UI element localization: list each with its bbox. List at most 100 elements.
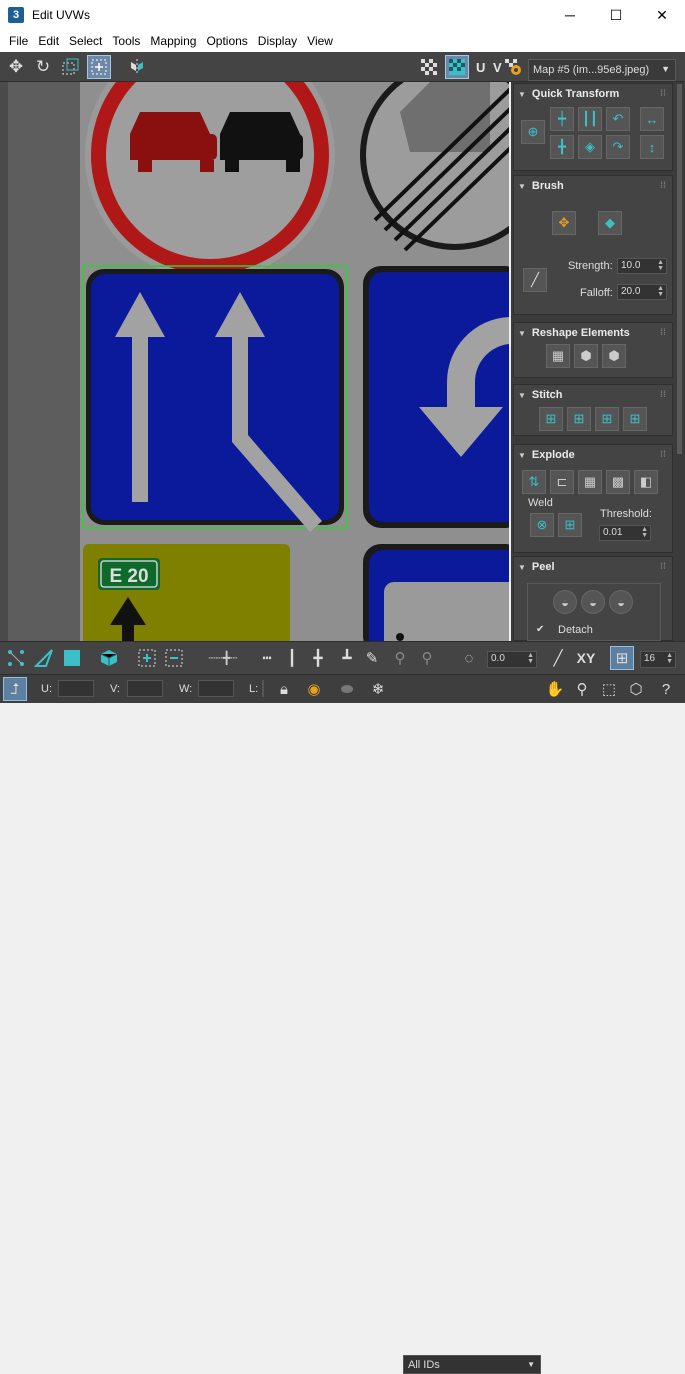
flatten-by-polygon-angle-button[interactable]: ▩ bbox=[606, 470, 630, 494]
mirror-icon[interactable] bbox=[125, 55, 149, 79]
falloff-spinner[interactable]: 20.0 ▲ ▼ bbox=[617, 284, 667, 300]
close-button[interactable]: ✕ bbox=[639, 0, 685, 30]
break-by-polygon-button[interactable]: ⇅ bbox=[522, 470, 546, 494]
point-to-point-icon[interactable]: ╋ bbox=[306, 646, 330, 670]
peel-mode-button[interactable]: ◒ bbox=[581, 590, 605, 614]
menu-options[interactable]: Options bbox=[201, 34, 252, 48]
brush-falloff-curve-button[interactable]: ╱ bbox=[523, 268, 547, 292]
grid-snap-icon[interactable]: ⊞ bbox=[610, 646, 634, 670]
minimize-button[interactable]: ─ bbox=[547, 0, 593, 30]
freeze-toggle-icon[interactable]: ⬬ bbox=[335, 677, 359, 701]
uv-mode-xy-label[interactable]: XY bbox=[572, 646, 600, 670]
spinner-arrows-icon[interactable]: ▲ ▼ bbox=[641, 526, 648, 539]
rotate-plus-90-button[interactable]: ↷ bbox=[606, 135, 630, 159]
rollout-header[interactable]: ▼ Reshape Elements ⁞⁞ bbox=[514, 323, 672, 343]
spinner-arrows-icon[interactable]: ▲ ▼ bbox=[657, 259, 664, 272]
w-field[interactable] bbox=[198, 680, 234, 697]
menu-view[interactable]: View bbox=[302, 34, 338, 48]
paint-grow-icon[interactable]: ⚲ bbox=[388, 646, 412, 670]
absolute-relative-icon[interactable]: ⮥ bbox=[3, 677, 27, 701]
edge-mode-icon[interactable] bbox=[32, 646, 56, 670]
snowflake-icon[interactable]: ❄ bbox=[366, 677, 390, 701]
paint-shrink-icon[interactable]: ⚲ bbox=[415, 646, 439, 670]
zoom-region-icon[interactable]: ⬚ bbox=[597, 677, 621, 701]
paint-move-button[interactable]: ✥ bbox=[552, 211, 576, 235]
zoom-icon[interactable]: ⚲ bbox=[570, 677, 594, 701]
shrink-selection-icon[interactable] bbox=[162, 646, 186, 670]
loop-shrink-icon[interactable]: ┅ bbox=[255, 646, 279, 670]
lock-icon[interactable]: 🔒︎ bbox=[272, 677, 296, 701]
space-horizontal-button[interactable]: ↔ bbox=[640, 107, 664, 131]
break-by-material-button[interactable]: ▦ bbox=[578, 470, 602, 494]
stitch-to-target-button[interactable]: ⊞ bbox=[567, 407, 591, 431]
straighten-button[interactable]: ▦ bbox=[546, 344, 570, 368]
rotate-angle-spinner[interactable]: 0.0 ▲ ▼ bbox=[487, 651, 537, 668]
freeform-mode-icon[interactable] bbox=[87, 55, 111, 79]
select-by-element-icon[interactable]: ┻ bbox=[335, 646, 359, 670]
reset-peel-button[interactable]: ◒ bbox=[609, 590, 633, 614]
relax-brush-button[interactable]: ◆ bbox=[598, 211, 622, 235]
rotate-minus-90-button[interactable]: ↶ bbox=[606, 107, 630, 131]
rotate-icon[interactable]: ↻ bbox=[31, 55, 55, 79]
set-pivot-button[interactable]: ⊕ bbox=[521, 120, 545, 144]
quick-peel-button[interactable]: ◒ bbox=[553, 590, 577, 614]
rollout-header[interactable]: ▼ Explode ⁞⁞ bbox=[514, 445, 672, 465]
uv-viewport[interactable]: E 20 bbox=[0, 82, 509, 641]
stitch-to-source-button[interactable]: ⊞ bbox=[623, 407, 647, 431]
menu-edit[interactable]: Edit bbox=[33, 34, 64, 48]
rollout-header[interactable]: ▼ Stitch ⁞⁞ bbox=[514, 385, 672, 405]
rollout-header[interactable]: ▼ Quick Transform ⁞⁞ bbox=[514, 84, 672, 104]
map-dropdown[interactable]: Map #5 (im...95e8.jpeg) ▼ bbox=[528, 59, 676, 81]
spinner-arrows-icon[interactable]: ▲ ▼ bbox=[527, 652, 534, 665]
grid-size-spinner[interactable]: 16 ▲ ▼ bbox=[640, 651, 676, 668]
v-field[interactable] bbox=[127, 680, 163, 697]
u-field[interactable] bbox=[58, 680, 94, 697]
l-field[interactable] bbox=[262, 680, 264, 697]
polygon-mode-icon[interactable] bbox=[60, 646, 84, 670]
show-map-icon[interactable] bbox=[445, 55, 469, 79]
vertex-mode-icon[interactable] bbox=[4, 646, 28, 670]
menu-file[interactable]: File bbox=[4, 34, 33, 48]
spinner-arrows-icon[interactable]: ▲ ▼ bbox=[666, 652, 673, 665]
scale-icon[interactable] bbox=[58, 55, 82, 79]
hide-icon[interactable]: ◉ bbox=[302, 677, 326, 701]
stitch-custom-button[interactable]: ⊞ bbox=[539, 407, 563, 431]
relax-until-flat-button[interactable]: ⬢ bbox=[602, 344, 626, 368]
stitch-average-button[interactable]: ⊞ bbox=[595, 407, 619, 431]
flatten-by-smoothing-button[interactable]: ◧ bbox=[634, 470, 658, 494]
spinner-arrows-icon[interactable]: ▲ ▼ bbox=[657, 285, 664, 298]
zoom-extents-icon[interactable]: ⬡ bbox=[624, 677, 648, 701]
strength-spinner[interactable]: 10.0 ▲ ▼ bbox=[617, 258, 667, 274]
move-icon[interactable]: ✥ bbox=[4, 55, 28, 79]
weld-selected-button[interactable]: ⊗ bbox=[530, 513, 554, 537]
uv-axis-label[interactable]: U V bbox=[476, 60, 504, 75]
checker-pattern-icon[interactable] bbox=[417, 55, 441, 79]
paint-select-icon[interactable]: ✎ bbox=[360, 646, 384, 670]
grow-selection-icon[interactable] bbox=[135, 646, 159, 670]
rollout-header[interactable]: ▼ Brush ⁞⁞ bbox=[514, 176, 672, 196]
slice-line-icon[interactable]: ╱ bbox=[546, 646, 570, 670]
menu-select[interactable]: Select bbox=[64, 34, 107, 48]
align-horizontal-button[interactable]: ┿ bbox=[550, 107, 574, 131]
break-by-smoothing-button[interactable]: ⊏ bbox=[550, 470, 574, 494]
weld-all-button[interactable]: ⊞ bbox=[558, 513, 582, 537]
align-linear-button[interactable]: ◈ bbox=[578, 135, 602, 159]
align-to-edge-button[interactable]: ╋ bbox=[550, 135, 574, 159]
maximize-button[interactable]: ☐ bbox=[593, 0, 639, 30]
detach-checkbox[interactable]: ✔ bbox=[536, 624, 544, 635]
threshold-spinner[interactable]: 0.01 ▲ ▼ bbox=[599, 525, 651, 541]
pan-icon[interactable]: ✋ bbox=[543, 677, 567, 701]
loop-ring-icons[interactable]: ┄┄╋┄ bbox=[193, 646, 253, 670]
rollout-header[interactable]: ▼ Peel ⁞⁞ bbox=[514, 557, 672, 577]
map-settings-icon[interactable] bbox=[501, 55, 525, 79]
material-id-dropdown[interactable]: All IDs ▼ bbox=[403, 1355, 541, 1374]
panel-scrollbar[interactable] bbox=[677, 84, 682, 454]
relax-elements-button[interactable]: ⬢ bbox=[574, 344, 598, 368]
menu-display[interactable]: Display bbox=[253, 34, 302, 48]
rotate-around-pivot-icon[interactable]: ◌ bbox=[457, 646, 481, 670]
menu-tools[interactable]: Tools bbox=[107, 34, 145, 48]
space-vertical-button[interactable]: ↕ bbox=[640, 135, 664, 159]
menu-mapping[interactable]: Mapping bbox=[145, 34, 201, 48]
element-mode-icon[interactable] bbox=[97, 646, 121, 670]
help-icon[interactable]: ? bbox=[654, 677, 678, 701]
